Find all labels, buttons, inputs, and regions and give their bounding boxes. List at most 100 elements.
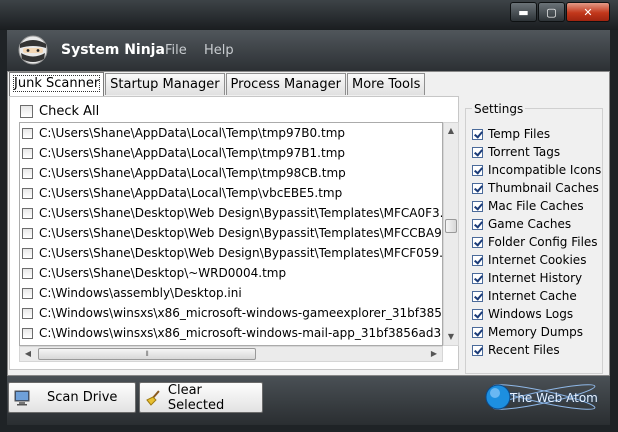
tab-process-manager[interactable]: Process Manager [225,73,346,95]
app-title: System Ninja [61,42,165,58]
setting-label: Game Caches [488,217,572,231]
file-checkbox[interactable] [22,247,33,259]
setting-checkbox[interactable] [472,308,483,320]
setting-mac-file-caches[interactable]: Mac File Caches [472,197,584,215]
setting-checkbox[interactable] [472,128,483,140]
file-checkbox[interactable] [22,267,33,279]
close-button[interactable]: ✕ [566,2,610,22]
menu-help[interactable]: Help [204,43,234,58]
setting-label: Windows Logs [488,307,574,321]
list-horizontal-scrollbar[interactable]: ◀ ⦀ ▶ [19,346,443,362]
setting-label: Torrent Tags [488,145,561,159]
file-checkbox[interactable] [22,207,33,219]
setting-recent-files[interactable]: Recent Files [472,341,560,359]
file-checkbox[interactable] [22,167,33,179]
file-path: C:\Users\Shane\AppData\Local\Temp\vbcEBE… [39,186,343,200]
list-item[interactable]: C:\Users\Shane\Desktop\Web Design\Bypass… [20,203,442,223]
tab-junk-scanner[interactable]: Junk Scanner [9,72,105,96]
computer-icon [14,390,30,405]
check-all-label: Check All [39,104,100,119]
setting-internet-history[interactable]: Internet History [472,269,582,287]
list-item[interactable]: C:\Windows\winsxs\x86_microsoft-windows-… [20,303,442,323]
file-checkbox[interactable] [22,307,33,319]
scan-drive-button[interactable]: Scan Drive [8,382,136,413]
setting-label: Memory Dumps [488,325,584,339]
scroll-right-icon[interactable]: ▶ [426,347,442,361]
file-path: C:\Users\Shane\AppData\Local\Temp\tmp98C… [39,166,346,180]
setting-checkbox[interactable] [472,236,483,248]
clear-selected-button[interactable]: Clear Selected [139,382,263,413]
check-all-checkbox[interactable] [20,105,33,118]
horizontal-scroll-thumb[interactable]: ⦀ [38,348,256,360]
setting-internet-cache[interactable]: Internet Cache [472,287,577,305]
app-header: System Ninja File Help [7,30,610,72]
setting-temp-files[interactable]: Temp Files [472,125,550,143]
setting-label: Internet Cache [488,289,577,303]
file-checkbox[interactable] [22,147,33,159]
file-path: C:\Windows\assembly\Desktop.ini [39,286,242,300]
list-vertical-scrollbar[interactable]: ▲ ▼ [443,122,459,346]
file-path: C:\Users\Shane\Desktop\Web Design\Bypass… [39,246,443,260]
list-item[interactable]: C:\Users\Shane\AppData\Local\Temp\tmp97B… [20,143,442,163]
check-all[interactable]: Check All [20,104,99,119]
scan-drive-label: Scan Drive [47,390,118,405]
setting-checkbox[interactable] [472,200,483,212]
window-frame: ▬ ▢ ✕ [0,0,618,30]
list-item[interactable]: C:\Users\Shane\Desktop\Web Design\Bypass… [20,223,442,243]
file-path: C:\Windows\winsxs\x86_microsoft-windows-… [39,306,442,320]
setting-folder-config-files[interactable]: Folder Config Files [472,233,598,251]
setting-label: Folder Config Files [488,235,598,249]
setting-torrent-tags[interactable]: Torrent Tags [472,143,560,161]
tab-bar: Junk Scanner Startup Manager Process Man… [9,72,426,96]
setting-checkbox[interactable] [472,344,483,356]
setting-thumbnail-caches[interactable]: Thumbnail Caches [472,179,599,197]
file-path: C:\Users\Shane\Desktop\Web Design\Bypass… [39,226,443,240]
setting-label: Thumbnail Caches [488,181,599,195]
list-item[interactable]: C:\Windows\assembly\Desktop.ini [20,283,442,303]
maximize-button[interactable]: ▢ [538,2,565,22]
menu-file[interactable]: File [165,43,187,58]
setting-internet-cookies[interactable]: Internet Cookies [472,251,586,269]
scroll-down-icon[interactable]: ▼ [444,329,458,345]
setting-label: Recent Files [488,343,560,357]
setting-label: Temp Files [488,127,551,141]
tab-more-tools[interactable]: More Tools [346,73,426,95]
clear-selected-label: Clear Selected [167,382,225,413]
setting-checkbox[interactable] [472,146,483,158]
file-path: C:\Users\Shane\AppData\Local\Temp\tmp97B… [39,126,345,140]
list-item[interactable]: C:\Windows\winsxs\x86_microsoft-windows-… [20,323,442,343]
setting-checkbox[interactable] [472,290,483,302]
list-item[interactable]: C:\Users\Shane\AppData\Local\Temp\vbcEBE… [20,183,442,203]
list-item[interactable]: C:\Users\Shane\Desktop\Web Design\Bypass… [20,243,442,263]
file-path: C:\Windows\winsxs\x86_microsoft-windows-… [39,326,443,340]
setting-game-caches[interactable]: Game Caches [472,215,571,233]
scroll-up-icon[interactable]: ▲ [444,123,458,139]
setting-checkbox[interactable] [472,254,483,266]
tab-startup-manager[interactable]: Startup Manager [105,73,225,95]
file-checkbox[interactable] [22,127,33,139]
setting-checkbox[interactable] [472,218,483,230]
setting-label: Incompatible Icons [488,163,602,177]
setting-memory-dumps[interactable]: Memory Dumps [472,323,583,341]
file-checkbox[interactable] [22,187,33,199]
junk-file-list[interactable]: C:\Users\Shane\AppData\Local\Temp\tmp97B… [19,122,443,346]
settings-title: Settings [472,102,526,116]
setting-checkbox[interactable] [472,272,483,284]
file-checkbox[interactable] [22,287,33,299]
setting-incompatible-icons[interactable]: Incompatible Icons [472,161,601,179]
minimize-button[interactable]: ▬ [510,2,537,22]
setting-checkbox[interactable] [472,182,483,194]
broom-icon [146,389,160,406]
setting-checkbox[interactable] [472,164,483,176]
list-item[interactable]: C:\Users\Shane\Desktop\~WRD0004.tmp [20,263,442,283]
list-item[interactable]: C:\Users\Shane\AppData\Local\Temp\tmp97B… [20,123,442,143]
file-path: C:\Users\Shane\AppData\Local\Temp\tmp97B… [39,146,345,160]
vertical-scroll-thumb[interactable] [445,219,457,233]
setting-windows-logs[interactable]: Windows Logs [472,305,573,323]
file-checkbox[interactable] [22,227,33,239]
scroll-left-icon[interactable]: ◀ [20,347,36,361]
file-path: C:\Users\Shane\Desktop\~WRD0004.tmp [39,266,287,280]
file-checkbox[interactable] [22,327,33,339]
setting-checkbox[interactable] [472,326,483,338]
list-item[interactable]: C:\Users\Shane\AppData\Local\Temp\tmp98C… [20,163,442,183]
